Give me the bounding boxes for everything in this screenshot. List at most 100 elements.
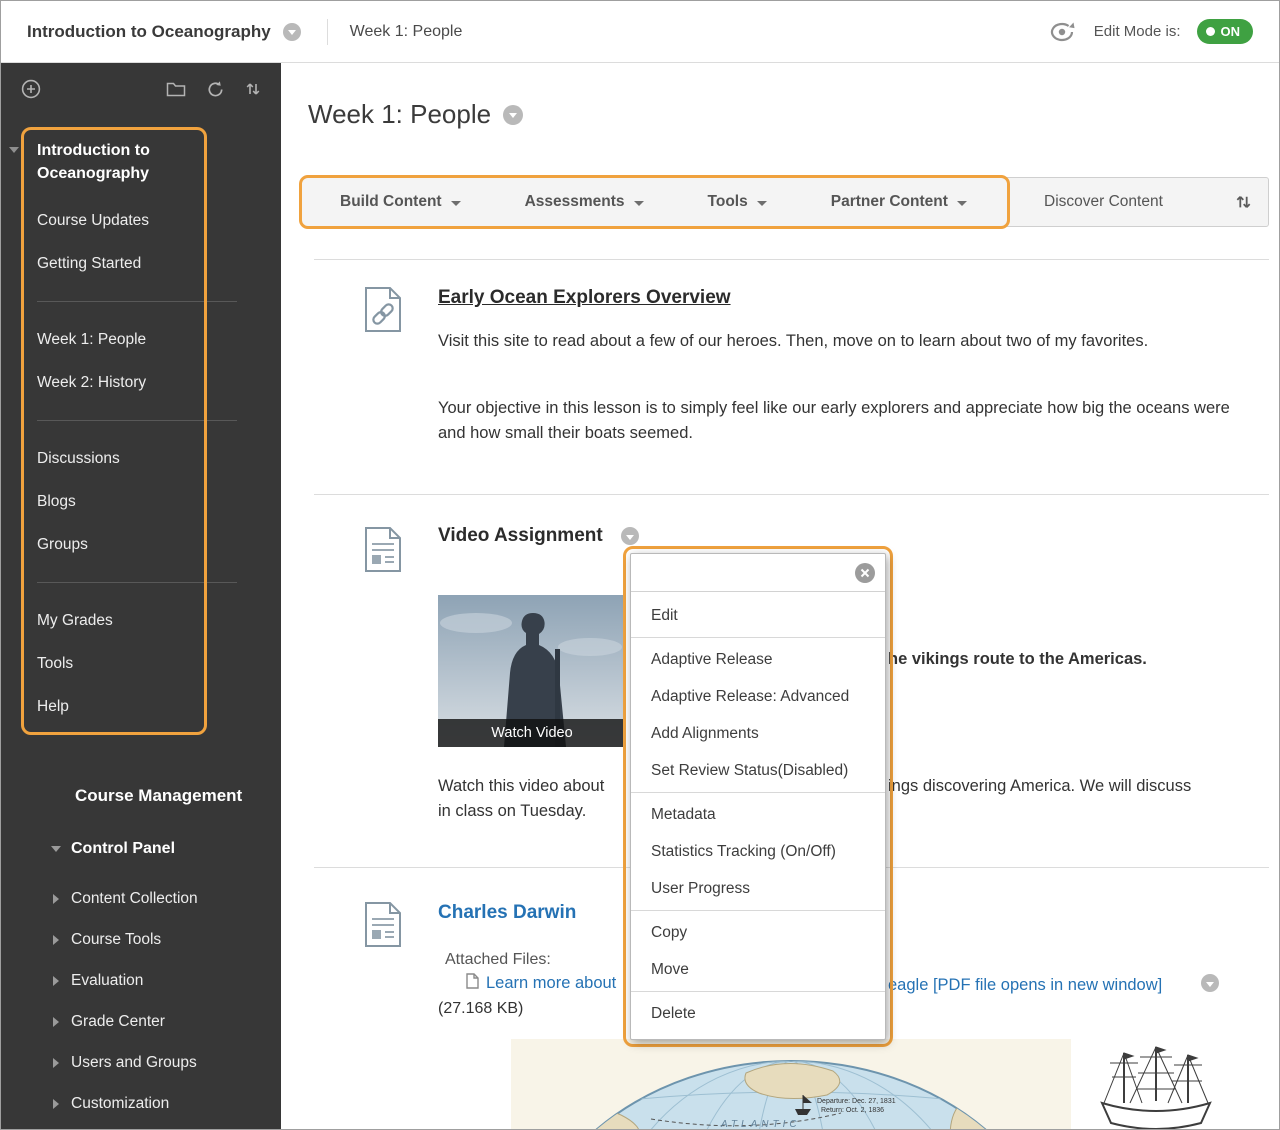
course-menu: Introduction to Oceanography Course Upda… xyxy=(1,115,281,1124)
chevron-down-icon xyxy=(451,201,461,206)
page-title: Week 1: People xyxy=(308,99,491,130)
top-header: Introduction to Oceanography Week 1: Peo… xyxy=(1,1,1279,63)
partner-content-button[interactable]: Partner Content xyxy=(831,193,967,211)
reorder-arrows-icon[interactable] xyxy=(245,80,261,98)
svg-text:Return: Oct. 2, 1836: Return: Oct. 2, 1836 xyxy=(821,1107,884,1114)
course-title: Introduction to Oceanography xyxy=(27,22,271,42)
assessments-button[interactable]: Assessments xyxy=(525,193,644,211)
course-management-title: Course Management xyxy=(75,784,245,807)
menu-item-adaptive-release[interactable]: Adaptive Release xyxy=(631,641,885,678)
menu-item-delete[interactable]: Delete xyxy=(631,995,885,1032)
course-title-menu-chevron-icon[interactable] xyxy=(283,23,301,41)
sidebar: Introduction to Oceanography Course Upda… xyxy=(1,63,281,1130)
video-thumbnail[interactable]: Watch Video xyxy=(438,595,626,747)
menu-item-add-alignments[interactable]: Add Alignments xyxy=(631,715,885,752)
sidebar-item-tools[interactable]: Tools xyxy=(37,642,245,685)
item-menu-chevron-icon[interactable] xyxy=(621,527,639,545)
sidebar-item-course-home[interactable]: Introduction to Oceanography xyxy=(37,139,205,185)
menu-item-user-progress[interactable]: User Progress xyxy=(631,870,885,907)
content-document-icon xyxy=(363,901,403,953)
menu-item-move[interactable]: Move xyxy=(631,951,885,988)
sidebar-item-customization[interactable]: Customization xyxy=(53,1083,245,1124)
menu-item-edit[interactable]: Edit xyxy=(631,597,885,634)
file-menu-chevron-icon[interactable] xyxy=(1201,974,1219,992)
menu-divider xyxy=(631,910,885,911)
menu-item-set-review-status[interactable]: Set Review Status(Disabled) xyxy=(631,752,885,789)
menu-item-copy[interactable]: Copy xyxy=(631,914,885,951)
blackboard-course-screen: Introduction to Oceanography Week 1: Peo… xyxy=(0,0,1280,1130)
text-fragment: ings discovering America. We will discus… xyxy=(888,774,1191,799)
context-menu: Edit Adaptive Release Adaptive Release: … xyxy=(623,546,893,1047)
sidebar-item-getting-started[interactable]: Getting Started xyxy=(37,242,245,285)
chevron-right-icon xyxy=(53,935,59,945)
close-icon[interactable] xyxy=(855,563,875,583)
sidebar-item-groups[interactable]: Groups xyxy=(37,523,245,566)
chevron-right-icon xyxy=(53,976,59,986)
watch-video-caption[interactable]: Watch Video xyxy=(438,719,626,747)
item-title-charles-darwin[interactable]: Charles Darwin xyxy=(438,902,576,924)
edit-mode-label: Edit Mode is: xyxy=(1094,23,1181,40)
sidebar-item-week-2[interactable]: Week 2: History xyxy=(37,361,245,404)
sidebar-item-blogs[interactable]: Blogs xyxy=(37,480,245,523)
sidebar-item-grade-center[interactable]: Grade Center xyxy=(53,1001,245,1042)
chevron-right-icon xyxy=(53,1017,59,1027)
sort-items-icon[interactable] xyxy=(1235,192,1252,217)
menu-item-metadata[interactable]: Metadata xyxy=(631,796,885,833)
sidebar-item-control-panel[interactable]: Control Panel xyxy=(51,837,245,860)
sidebar-toolbar xyxy=(1,63,281,115)
main-content: Week 1: People Build Content Assessments… xyxy=(281,63,1280,1130)
header-divider xyxy=(327,19,328,45)
sidebar-item-course-tools[interactable]: Course Tools xyxy=(53,919,245,960)
chevron-right-icon xyxy=(53,1099,59,1109)
sidebar-item-course-updates[interactable]: Course Updates xyxy=(37,199,245,242)
build-content-button[interactable]: Build Content xyxy=(340,193,461,211)
menu-divider xyxy=(631,792,885,793)
toggle-dot-icon xyxy=(1206,27,1215,36)
tools-button[interactable]: Tools xyxy=(708,193,767,211)
content-document-icon xyxy=(363,526,403,578)
world-map-image: Departure: Dec. 27, 1831 Return: Oct. 2,… xyxy=(511,1039,1071,1130)
menu-divider xyxy=(37,420,237,421)
text-fragment: he vikings route to the Americas. xyxy=(888,647,1147,672)
student-preview-icon[interactable] xyxy=(1046,20,1078,44)
chevron-down-icon xyxy=(634,201,644,206)
sidebar-item-discussions[interactable]: Discussions xyxy=(37,437,245,480)
menu-item-statistics-tracking[interactable]: Statistics Tracking (On/Off) xyxy=(631,833,885,870)
sidebar-item-week-1[interactable]: Week 1: People xyxy=(37,318,245,361)
breadcrumb: Week 1: People xyxy=(350,23,463,41)
item-title-early-ocean-explorers[interactable]: Early Ocean Explorers Overview xyxy=(438,287,731,309)
pdf-link-fragment[interactable]: Learn more about xyxy=(486,974,616,993)
item-paragraph: Your objective in this lesson is to simp… xyxy=(438,396,1238,446)
menu-item-adaptive-release-advanced[interactable]: Adaptive Release: Advanced xyxy=(631,678,885,715)
pdf-link-fragment[interactable]: eagle [PDF file opens in new window] xyxy=(888,976,1162,995)
edit-mode-value: ON xyxy=(1221,24,1241,39)
course-management-section: Course Management Control Panel Content … xyxy=(37,784,245,1124)
menu-divider xyxy=(37,301,237,302)
menu-divider xyxy=(631,637,885,638)
add-menu-item-icon[interactable] xyxy=(21,79,41,99)
context-menu-header xyxy=(631,554,885,592)
page-title-menu-chevron-icon[interactable] xyxy=(503,105,523,125)
discover-content-button[interactable]: Discover Content xyxy=(1044,178,1163,226)
text-fragment: Watch this video about xyxy=(438,774,604,799)
edit-mode-toggle[interactable]: ON xyxy=(1197,19,1254,44)
ship-illustration xyxy=(1096,1041,1216,1130)
sidebar-item-content-collection[interactable]: Content Collection xyxy=(53,878,245,919)
sidebar-item-users-and-groups[interactable]: Users and Groups xyxy=(53,1042,245,1083)
file-size: (27.168 KB) xyxy=(438,1000,523,1018)
sidebar-item-my-grades[interactable]: My Grades xyxy=(37,599,245,642)
file-icon xyxy=(466,973,479,994)
refresh-icon[interactable] xyxy=(206,80,225,99)
collapse-menu-icon[interactable] xyxy=(9,147,19,153)
sidebar-item-help[interactable]: Help xyxy=(37,685,245,728)
svg-text:ATLANTIC: ATLANTIC xyxy=(720,1119,801,1130)
chevron-right-icon xyxy=(53,1058,59,1068)
folder-view-icon[interactable] xyxy=(166,81,186,98)
item-title-video-assignment: Video Assignment xyxy=(438,525,603,547)
chevron-down-icon xyxy=(957,201,967,206)
link-document-icon xyxy=(363,286,403,338)
header-right-group: Edit Mode is: ON xyxy=(1046,19,1253,44)
list-divider xyxy=(314,259,1269,260)
svg-text:Departure: Dec. 27, 1831: Departure: Dec. 27, 1831 xyxy=(817,1098,896,1105)
sidebar-item-evaluation[interactable]: Evaluation xyxy=(53,960,245,1001)
